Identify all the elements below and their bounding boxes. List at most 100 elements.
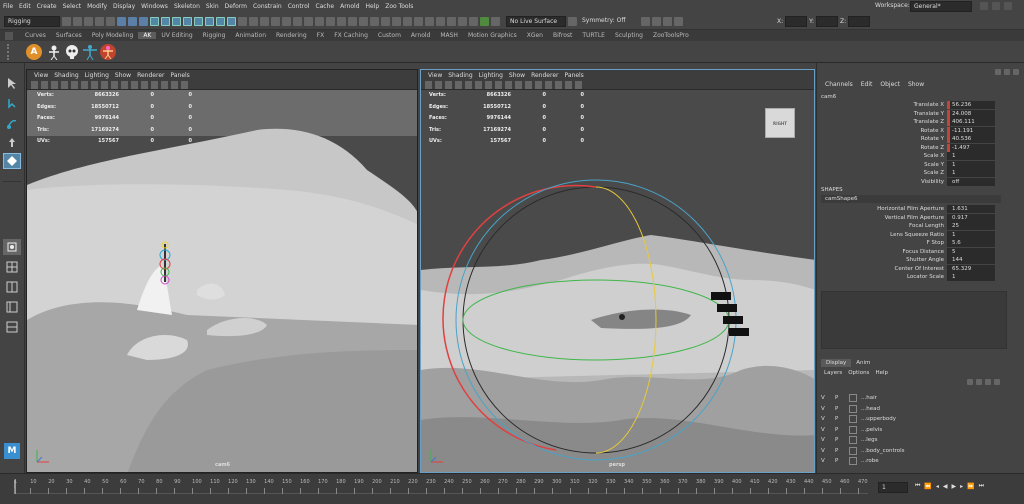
- select-by-handle-icon[interactable]: [150, 16, 159, 26]
- channel-box-menu-edit[interactable]: Edit: [857, 81, 877, 88]
- menu-constrain[interactable]: Constrain: [250, 3, 285, 10]
- lasso-tool-icon[interactable]: [3, 95, 21, 111]
- menu-control[interactable]: Control: [285, 3, 313, 10]
- channel-row[interactable]: Translate X 56.236: [817, 101, 1017, 110]
- viewport-menu-show[interactable]: Show: [112, 72, 134, 79]
- channel-value[interactable]: 0.917: [947, 213, 995, 222]
- select-by-joint-icon[interactable]: [161, 16, 170, 26]
- relative-transform-icon[interactable]: [674, 16, 683, 26]
- channel-row[interactable]: Rotate X -11.191: [817, 126, 1017, 136]
- layer-playback-toggle[interactable]: P: [835, 416, 849, 422]
- viewport-menu-show[interactable]: Show: [506, 72, 528, 79]
- make-live-icon[interactable]: [381, 16, 390, 26]
- step-back-frame-icon[interactable]: ◂: [936, 483, 939, 490]
- menu-deform[interactable]: Deform: [222, 3, 250, 10]
- shape-channel-row[interactable]: F Stop 5.6: [817, 239, 1017, 248]
- layer-tab-display[interactable]: Display: [821, 359, 852, 367]
- shelf-tab-fx[interactable]: FX: [312, 32, 330, 39]
- step-forward-frame-icon[interactable]: ▸: [960, 483, 963, 490]
- channel-value[interactable]: 1: [947, 273, 995, 282]
- channel-value[interactable]: 1: [947, 152, 995, 161]
- layer-color-swatch[interactable]: [849, 394, 857, 403]
- menu-create[interactable]: Create: [34, 3, 60, 10]
- layer-visibility-toggle[interactable]: V: [821, 448, 835, 454]
- select-hierarchy-icon[interactable]: [117, 16, 126, 26]
- shelf-tab-animation[interactable]: Animation: [230, 32, 271, 39]
- tool-settings-icon[interactable]: [1013, 69, 1019, 75]
- shelf-tab-poly-modeling[interactable]: Poly Modeling: [87, 32, 139, 39]
- shelf-tab-surfaces[interactable]: Surfaces: [51, 32, 87, 39]
- viewport-menu-panels[interactable]: Panels: [561, 72, 586, 79]
- channel-value[interactable]: 40.536: [947, 135, 995, 144]
- select-lines-icon[interactable]: [260, 16, 269, 26]
- layer-playback-toggle[interactable]: P: [835, 395, 849, 401]
- viewport-menu-view[interactable]: View: [425, 72, 445, 79]
- go-to-end-icon[interactable]: ⏭: [979, 482, 984, 490]
- shelf-tab-ak[interactable]: AK: [138, 32, 157, 39]
- layer-visibility-toggle[interactable]: V: [821, 427, 835, 433]
- live-surface-field[interactable]: No Live Surface: [506, 15, 566, 27]
- menu-edit[interactable]: Edit: [16, 3, 34, 10]
- channel-value[interactable]: 406.111: [947, 118, 995, 127]
- shape-channel-row[interactable]: Focus Distance 5: [817, 247, 1017, 257]
- layer-row[interactable]: V P ...robe: [821, 456, 1007, 467]
- skeleton-icon[interactable]: [46, 44, 62, 61]
- channel-row[interactable]: Scale Y1: [817, 160, 1017, 170]
- hypershade-icon[interactable]: [458, 16, 467, 26]
- layer-row[interactable]: V P ...head: [821, 404, 1007, 415]
- channel-row[interactable]: Rotate Z -1.497: [817, 143, 1017, 153]
- channel-value[interactable]: 24.008: [947, 109, 995, 118]
- channel-box-icon[interactable]: [995, 69, 1001, 75]
- shelf-tab-bifrost[interactable]: Bifrost: [548, 32, 577, 39]
- step-forward-key-icon[interactable]: ⏩: [967, 483, 974, 490]
- redo-icon[interactable]: [106, 16, 115, 26]
- menu-cache[interactable]: Cache: [312, 3, 337, 10]
- skull-icon[interactable]: [64, 44, 80, 60]
- layer-row[interactable]: V P ...upperbody: [821, 414, 1007, 425]
- select-by-dynamics-icon[interactable]: [205, 16, 214, 26]
- select-component-icon[interactable]: [139, 16, 148, 26]
- viewport-menu-shading[interactable]: Shading: [51, 72, 81, 79]
- layer-row[interactable]: V P ...pelvis: [821, 425, 1007, 436]
- construction-history-icon[interactable]: [414, 16, 423, 26]
- move-layer-down-icon[interactable]: [976, 379, 982, 385]
- snap-curve-icon[interactable]: [348, 16, 357, 26]
- select-handles-icon[interactable]: [304, 16, 313, 26]
- viewport-menu-renderer[interactable]: Renderer: [528, 72, 561, 79]
- channel-value[interactable]: 1: [947, 169, 995, 178]
- viewport-cam6[interactable]: View Shading Lighting Show Renderer Panels Ve…: [26, 69, 418, 473]
- new-layer-icon[interactable]: [985, 379, 991, 385]
- symmetry-dropdown[interactable]: Symmetry: Off: [579, 16, 639, 27]
- channel-value[interactable]: 65.329: [947, 264, 995, 273]
- channel-value[interactable]: off: [947, 177, 995, 186]
- layer-visibility-toggle[interactable]: V: [821, 416, 835, 422]
- output-ops-icon[interactable]: [403, 16, 412, 26]
- layer-playback-toggle[interactable]: P: [835, 458, 849, 464]
- select-object-icon[interactable]: [128, 16, 137, 26]
- select-params-icon[interactable]: [249, 16, 258, 26]
- shape-channel-row[interactable]: Focal Length 25: [817, 222, 1017, 231]
- render-view-icon[interactable]: [469, 16, 478, 26]
- menu-skin[interactable]: Skin: [203, 3, 222, 10]
- symmetry-icon[interactable]: [568, 16, 577, 26]
- channel-value[interactable]: -1.497: [947, 143, 995, 152]
- shelf-tab-sculpting[interactable]: Sculpting: [610, 32, 648, 39]
- input-ops-icon[interactable]: [392, 16, 401, 26]
- menu-file[interactable]: File: [0, 3, 16, 10]
- shape-node-name[interactable]: camShape6: [821, 195, 1001, 203]
- viewport-menu-panels[interactable]: Panels: [167, 72, 192, 79]
- channel-row[interactable]: Translate Z 406.111: [817, 118, 1017, 127]
- highlight-selection-icon[interactable]: [326, 16, 335, 26]
- open-scene-icon[interactable]: [73, 16, 82, 26]
- layer-visibility-toggle[interactable]: V: [821, 406, 835, 412]
- layer-color-swatch[interactable]: [849, 415, 857, 424]
- layer-visibility-toggle[interactable]: V: [821, 458, 835, 464]
- time-slider[interactable]: 1 10 20 30 40 50 60 70 80 90 100 110 120 130 140 150 160…: [0, 473, 1024, 504]
- layer-menu-options[interactable]: Options: [845, 369, 872, 377]
- menu-select[interactable]: Select: [60, 3, 85, 10]
- channel-value[interactable]: 1: [947, 160, 995, 169]
- snap-point-icon[interactable]: [359, 16, 368, 26]
- layer-menu-layers[interactable]: Layers: [821, 369, 845, 377]
- channel-row[interactable]: Translate Y 24.008: [817, 109, 1017, 119]
- sculpt-icon[interactable]: [652, 16, 661, 26]
